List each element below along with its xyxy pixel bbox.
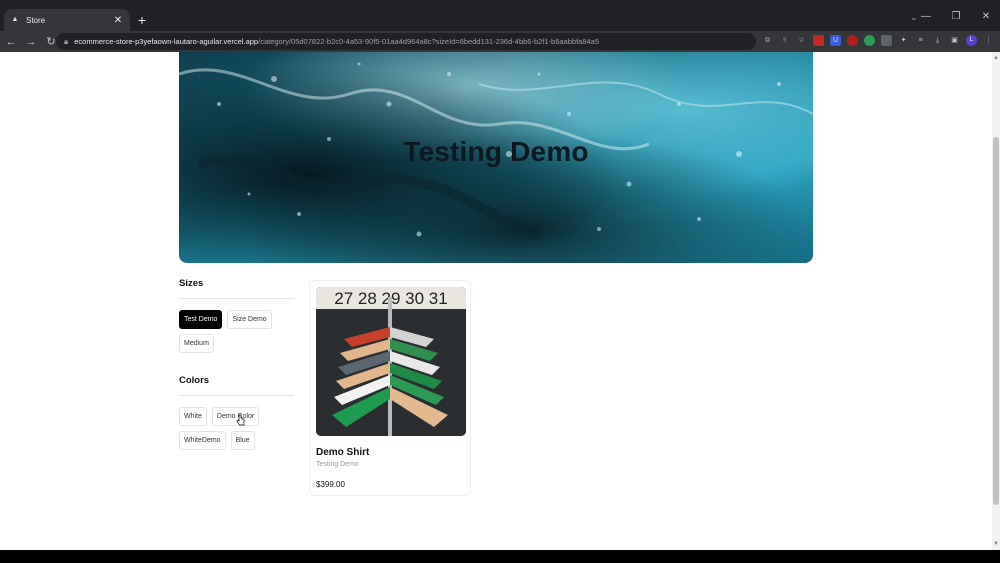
scroll-up-icon[interactable]: ▲ (993, 55, 999, 61)
colors-heading: Colors (179, 375, 210, 386)
extension-red-icon[interactable] (813, 35, 824, 46)
share-icon[interactable]: ⇪ (779, 35, 790, 46)
product-image[interactable]: 27 28 29 30 31 (316, 287, 466, 436)
translate-icon[interactable]: ⧉ (762, 35, 773, 46)
color-option-white[interactable]: White (179, 407, 207, 426)
extension-camera-icon[interactable] (881, 35, 892, 46)
vercel-favicon-icon: ▲ (11, 16, 19, 23)
size-option-medium[interactable]: Medium (179, 334, 214, 353)
menu-kebab-icon[interactable]: ⋮ (983, 35, 994, 46)
bottom-letterbox (0, 550, 1000, 563)
billboard-title: Testing Demo (403, 135, 589, 167)
side-panel-icon[interactable]: ▣ (949, 35, 960, 46)
extension-shield-icon[interactable]: U (830, 35, 841, 46)
forward-button[interactable]: → (22, 36, 40, 48)
extensions-puzzle-icon[interactable]: ✦ (898, 35, 909, 46)
product-category: Testing Demo (316, 461, 359, 468)
window-controls: — ❐ ✕ (920, 11, 992, 22)
url-host: ecommerce-store-p3yefaown-lautaro-aguila… (74, 37, 259, 46)
shirts-on-rack-image: 27 28 29 30 31 (316, 287, 466, 436)
profile-avatar[interactable]: L (966, 35, 977, 46)
sizes-divider (179, 298, 294, 299)
page-viewport: Testing Demo Sizes Test Demo Size Demo M… (0, 52, 992, 550)
colors-filter: Colors White Demo Color WhiteDemo Blue (179, 375, 294, 450)
new-tab-button[interactable]: + (135, 12, 149, 28)
page-scrollbar[interactable]: ▲ ▼ (992, 52, 1000, 550)
scroll-down-icon[interactable]: ▼ (993, 541, 999, 547)
browser-tab[interactable]: ▲ Store ✕ (4, 9, 130, 31)
reading-list-icon[interactable]: ≡ (915, 35, 926, 46)
color-option-whitedemo[interactable]: WhiteDemo (179, 431, 226, 450)
lock-icon[interactable]: 🔒︎ (64, 37, 68, 47)
size-option-test-demo[interactable]: Test Demo (179, 310, 223, 329)
colors-divider (179, 395, 294, 396)
sizes-filter: Sizes Test Demo Size Demo Medium (179, 278, 294, 353)
product-price: $399.00 (316, 480, 345, 489)
download-icon[interactable]: ⤓ (932, 35, 943, 46)
tab-title: Store (26, 15, 46, 25)
close-window-button[interactable]: ✕ (980, 11, 992, 22)
tab-search-icon[interactable]: ⌄ (910, 12, 918, 23)
size-option-size-demo[interactable]: Size Demo (227, 310, 272, 329)
address-bar[interactable]: 🔒︎ ecommerce-store-p3yefaown-lautaro-agu… (56, 33, 756, 50)
extensions-row: ⧉ ⇪ ☆ U ✦ ≡ ⤓ ▣ L ⋮ (762, 35, 994, 46)
product-card[interactable]: 27 28 29 30 31 (309, 280, 471, 496)
bookmark-star-icon[interactable]: ☆ (796, 35, 807, 46)
sizes-options: Test Demo Size Demo Medium (179, 310, 294, 353)
minimize-button[interactable]: — (920, 11, 932, 22)
product-name[interactable]: Demo Shirt (316, 447, 369, 458)
back-button[interactable]: ← (2, 36, 20, 48)
tab-strip: ▲ Store ✕ + ⌄ — ❐ ✕ (0, 0, 1000, 31)
browser-window: ▲ Store ✕ + ⌄ — ❐ ✕ ← → ↻ 🔒︎ ecommerce-s… (0, 0, 1000, 563)
scrollbar-thumb[interactable] (993, 137, 999, 505)
sizes-heading: Sizes (179, 278, 204, 289)
color-option-blue[interactable]: Blue (230, 431, 255, 450)
extension-record-icon[interactable] (847, 35, 858, 46)
url-path: /category/05d07822-b2c0-4a53-90f5-01aa4d… (258, 37, 600, 46)
tab-close-icon[interactable]: ✕ (112, 15, 124, 26)
billboard-banner: Testing Demo (179, 52, 813, 263)
hand-cursor-icon (236, 414, 245, 426)
extension-green-icon[interactable] (864, 35, 875, 46)
browser-toolbar: ← → ↻ 🔒︎ ecommerce-store-p3yefaown-lauta… (0, 31, 1000, 52)
restore-button[interactable]: ❐ (950, 11, 962, 22)
